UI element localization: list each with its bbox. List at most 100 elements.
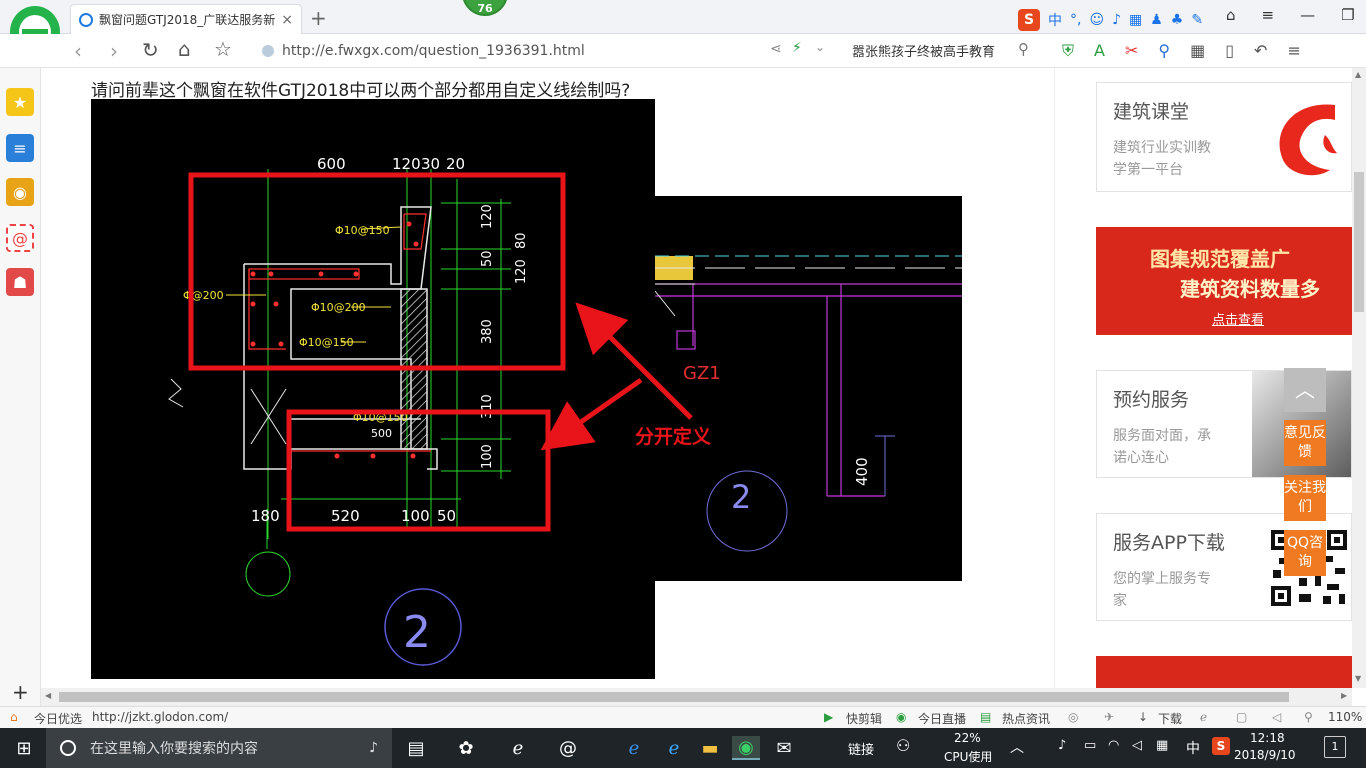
email-icon[interactable]: @ — [6, 224, 34, 252]
ime-indicator[interactable]: 中 — [1186, 738, 1200, 758]
restore-icon[interactable]: ❐ — [1341, 6, 1354, 24]
gift-icon[interactable]: ⌂ — [10, 710, 18, 724]
qq-consult-button[interactable]: QQ咨询 — [1284, 530, 1326, 576]
news-feed-icon[interactable]: ≡ — [6, 134, 34, 162]
app-pinwheel-icon[interactable]: ✿ — [454, 736, 478, 760]
ie-mode-icon[interactable]: ℯ — [1200, 710, 1207, 724]
share-icon[interactable]: ⋖ — [770, 41, 782, 57]
edge-browser-icon[interactable]: ℯ — [506, 736, 530, 760]
device-icon[interactable]: ▯ — [1225, 41, 1234, 61]
vertical-scrollbar[interactable]: ▲ ▼ — [1352, 68, 1366, 688]
menu-icon[interactable]: ≡ — [1262, 6, 1275, 24]
tray-expand-icon[interactable]: ︿ — [1010, 737, 1024, 757]
ie-icon[interactable]: ℯ — [662, 736, 686, 760]
lightning-icon[interactable]: ⚡ — [792, 40, 802, 56]
home-icon[interactable]: ⌂ — [178, 37, 191, 61]
scroll-left-icon[interactable]: ◀ — [45, 691, 51, 700]
banner-cta[interactable]: 点击查看 — [1212, 309, 1264, 328]
task-view-icon[interactable]: ▤ — [404, 736, 428, 760]
speed-badge[interactable]: 76 — [462, 0, 508, 16]
mail-icon[interactable]: ✉ — [772, 736, 796, 760]
tools-icon[interactable]: ✎ — [1191, 12, 1203, 28]
ime-mode-label[interactable]: 中 — [1048, 10, 1062, 30]
download-icon[interactable]: ↓ — [1138, 710, 1148, 724]
translate-icon[interactable]: A — [1094, 41, 1105, 61]
clip-icon[interactable]: ▶ — [824, 710, 833, 724]
pin-icon[interactable]: ⌂ — [1226, 6, 1236, 24]
speaker-icon[interactable]: ◁ — [1132, 738, 1142, 753]
link-label[interactable]: 链接 — [848, 739, 874, 758]
news-icon[interactable]: ▤ — [980, 710, 991, 724]
find-icon[interactable]: ⚲ — [1158, 41, 1170, 61]
emoji-icon[interactable]: ☺ — [1089, 12, 1104, 28]
horizontal-scroll-thumb[interactable] — [59, 692, 1289, 702]
status-item-live[interactable]: 今日直播 — [918, 710, 966, 727]
favorites-star-icon[interactable]: ★ — [6, 88, 34, 116]
apps-icon[interactable]: ▦ — [1190, 41, 1205, 61]
minimize-icon[interactable]: — — [1300, 6, 1315, 24]
mic-icon[interactable]: ♪ — [1112, 12, 1121, 28]
active-tab[interactable]: 飘窗问题GTJ2018_广联达服务新 × — [70, 4, 302, 34]
chevron-down-icon[interactable]: ⌄ — [815, 40, 825, 54]
search-icon[interactable]: ⚲ — [1018, 40, 1029, 58]
forward-icon[interactable]: › — [110, 39, 118, 63]
banner-ad[interactable]: 图集规范覆盖广 建筑资料数量多 点击查看 — [1096, 227, 1352, 335]
pin-tool-icon[interactable]: ✈ — [1104, 710, 1114, 724]
browser-360-icon[interactable]: ◉ — [732, 736, 760, 760]
scroll-up-icon[interactable]: ▲ — [1355, 70, 1361, 79]
browser-ball-icon[interactable]: ◎ — [1068, 710, 1078, 724]
refresh-icon[interactable]: ↻ — [142, 38, 159, 62]
volume-icon[interactable]: ◁ — [1272, 710, 1281, 724]
scroll-down-icon[interactable]: ▼ — [1355, 674, 1361, 683]
favorite-star-icon[interactable]: ☆ — [214, 37, 232, 61]
bottom-banner[interactable] — [1096, 656, 1352, 688]
sogou-tray-icon[interactable]: S — [1212, 737, 1230, 755]
skin-icon[interactable]: ♣ — [1171, 12, 1184, 28]
today-picks-label[interactable]: 今日优选 — [34, 710, 82, 727]
url-field[interactable]: http://e.fwxgx.com/question_1936391.html — [262, 38, 842, 64]
live-icon[interactable]: ◉ — [896, 710, 906, 724]
new-tab-button[interactable]: + — [310, 6, 327, 30]
back-icon[interactable]: ‹ — [74, 39, 82, 63]
more-icon[interactable]: ≡ — [1287, 41, 1300, 61]
battery-icon[interactable]: ▭ — [1084, 738, 1096, 753]
keyboard-icon[interactable]: ▦ — [1129, 12, 1142, 28]
notification-bell-icon[interactable]: ♪ — [1058, 738, 1066, 753]
sogou-ime-icon[interactable]: S — [1018, 9, 1040, 31]
card-course[interactable]: 建筑课堂 建筑行业实训教学第一平台 — [1096, 82, 1352, 192]
follow-button[interactable]: 关注我们 — [1284, 475, 1326, 521]
shield-icon[interactable]: ⛨ — [1062, 41, 1074, 61]
status-item-clip[interactable]: 快剪辑 — [846, 710, 882, 727]
zoom-level[interactable]: 110% — [1328, 710, 1362, 724]
clock-date[interactable]: 2018/9/10 — [1234, 748, 1296, 762]
punct-icon[interactable]: °, — [1070, 12, 1081, 28]
scissors-icon[interactable]: ✂ — [1125, 41, 1138, 61]
scroll-right-icon[interactable]: ▶ — [1341, 691, 1347, 700]
search-suggestion[interactable]: 嚣张熊孩子终被高手教育 — [852, 41, 995, 60]
user-icon[interactable]: ♟ — [1150, 12, 1163, 28]
clock-time[interactable]: 12:18 — [1250, 731, 1285, 745]
horizontal-scrollbar[interactable]: ◀ ▶ — [41, 688, 1352, 706]
vertical-scroll-thumb[interactable] — [1354, 172, 1364, 312]
window-mode-icon[interactable]: ▢ — [1236, 710, 1247, 724]
feedback-button[interactable]: 意见反馈 — [1284, 420, 1326, 466]
status-item-news[interactable]: 热点资讯 — [1002, 710, 1050, 727]
undo-icon[interactable]: ↶ — [1254, 41, 1267, 61]
close-tab-icon[interactable]: × — [281, 12, 293, 28]
taskbar-search[interactable]: 在这里输入你要搜索的内容 ♪ — [46, 728, 392, 768]
action-center-icon[interactable]: 1 — [1324, 736, 1346, 758]
app-swirl-icon[interactable]: @ — [556, 736, 580, 760]
people-icon[interactable]: ⚇ — [896, 736, 910, 755]
zoom-icon[interactable]: ⚲ — [1304, 710, 1313, 724]
weibo-icon[interactable]: ◉ — [6, 178, 34, 206]
add-sidebar-icon[interactable]: + — [12, 680, 29, 704]
microphone-icon[interactable]: ♪ — [369, 740, 378, 756]
status-item-download[interactable]: 下载 — [1158, 710, 1182, 727]
game-icon[interactable]: ☗ — [6, 268, 34, 296]
wifi-icon[interactable]: ◠ — [1108, 738, 1119, 753]
edge-icon[interactable]: ℯ — [622, 736, 646, 760]
windows-start-icon[interactable]: ⊞ — [12, 736, 36, 760]
keyboard-tray-icon[interactable]: ▦ — [1156, 738, 1168, 753]
file-explorer-icon[interactable]: ▬ — [698, 736, 722, 760]
back-to-top-button[interactable]: ︿ — [1284, 368, 1326, 412]
